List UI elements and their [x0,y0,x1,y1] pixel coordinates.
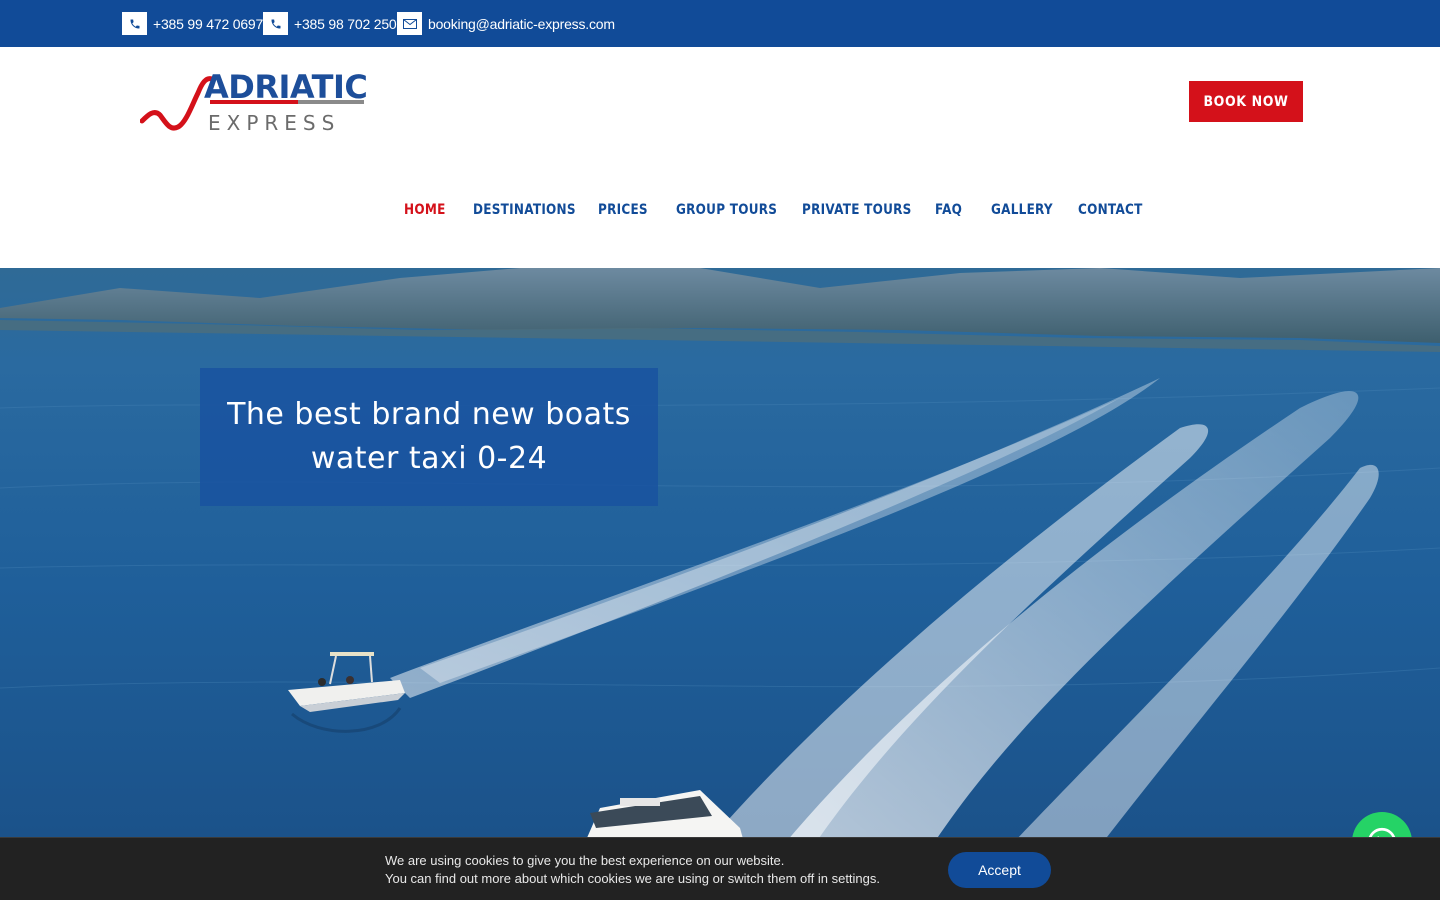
hero-headline-line1: The best brand new boats [227,397,631,432]
cookie-message-line1: We are using cookies to give you the bes… [385,853,785,868]
main-navigation: HOME DESTINATIONS PRICES GROUP TOURS PRI… [0,202,1440,224]
phone-icon [122,12,147,35]
cookie-message: We are using cookies to give you the bes… [385,852,880,888]
site-header: ADRIATIC EXPRESS BOOK NOW HOME DESTINATI… [0,47,1440,268]
cookie-accept-button[interactable]: Accept [948,852,1051,888]
nav-private-tours[interactable]: PRIVATE TOURS [802,202,912,218]
hero-headline-box: The best brand new boats water taxi 0-24 [200,368,658,506]
phone-number-2: +385 98 702 250 [294,15,397,32]
hero-sea-image [0,268,1440,900]
cookie-consent-bar: We are using cookies to give you the bes… [0,837,1440,900]
nav-home[interactable]: HOME [404,202,446,218]
cookie-message-line2: You can find out more about which cookie… [385,871,880,886]
logo-subtitle: EXPRESS [208,111,340,135]
email-contact[interactable]: booking@adriatic-express.com [397,12,615,35]
phone-contact-2[interactable]: +385 98 702 250 [263,12,397,35]
top-contact-bar: +385 99 472 0697 +385 98 702 250 booking… [0,0,1440,47]
nav-destinations[interactable]: DESTINATIONS [473,202,576,218]
book-now-button[interactable]: BOOK NOW [1189,81,1303,122]
nav-gallery[interactable]: GALLERY [991,202,1053,218]
email-address: booking@adriatic-express.com [428,15,615,32]
nav-prices[interactable]: PRICES [598,202,648,218]
logo-wordmark: ADRIATIC [204,69,366,106]
nav-contact[interactable]: CONTACT [1078,202,1143,218]
hero-banner: The best brand new boats water taxi 0-24 [0,268,1440,900]
phone-number-1: +385 99 472 0697 [153,15,264,32]
envelope-icon [397,12,422,35]
nav-group-tours[interactable]: GROUP TOURS [676,202,777,218]
phone-icon [263,12,288,35]
phone-contact-1[interactable]: +385 99 472 0697 [122,12,263,35]
nav-faq[interactable]: FAQ [935,202,962,218]
adriatic-express-logo[interactable]: ADRIATIC EXPRESS [139,68,368,139]
hero-headline-line2: water taxi 0-24 [310,441,548,476]
